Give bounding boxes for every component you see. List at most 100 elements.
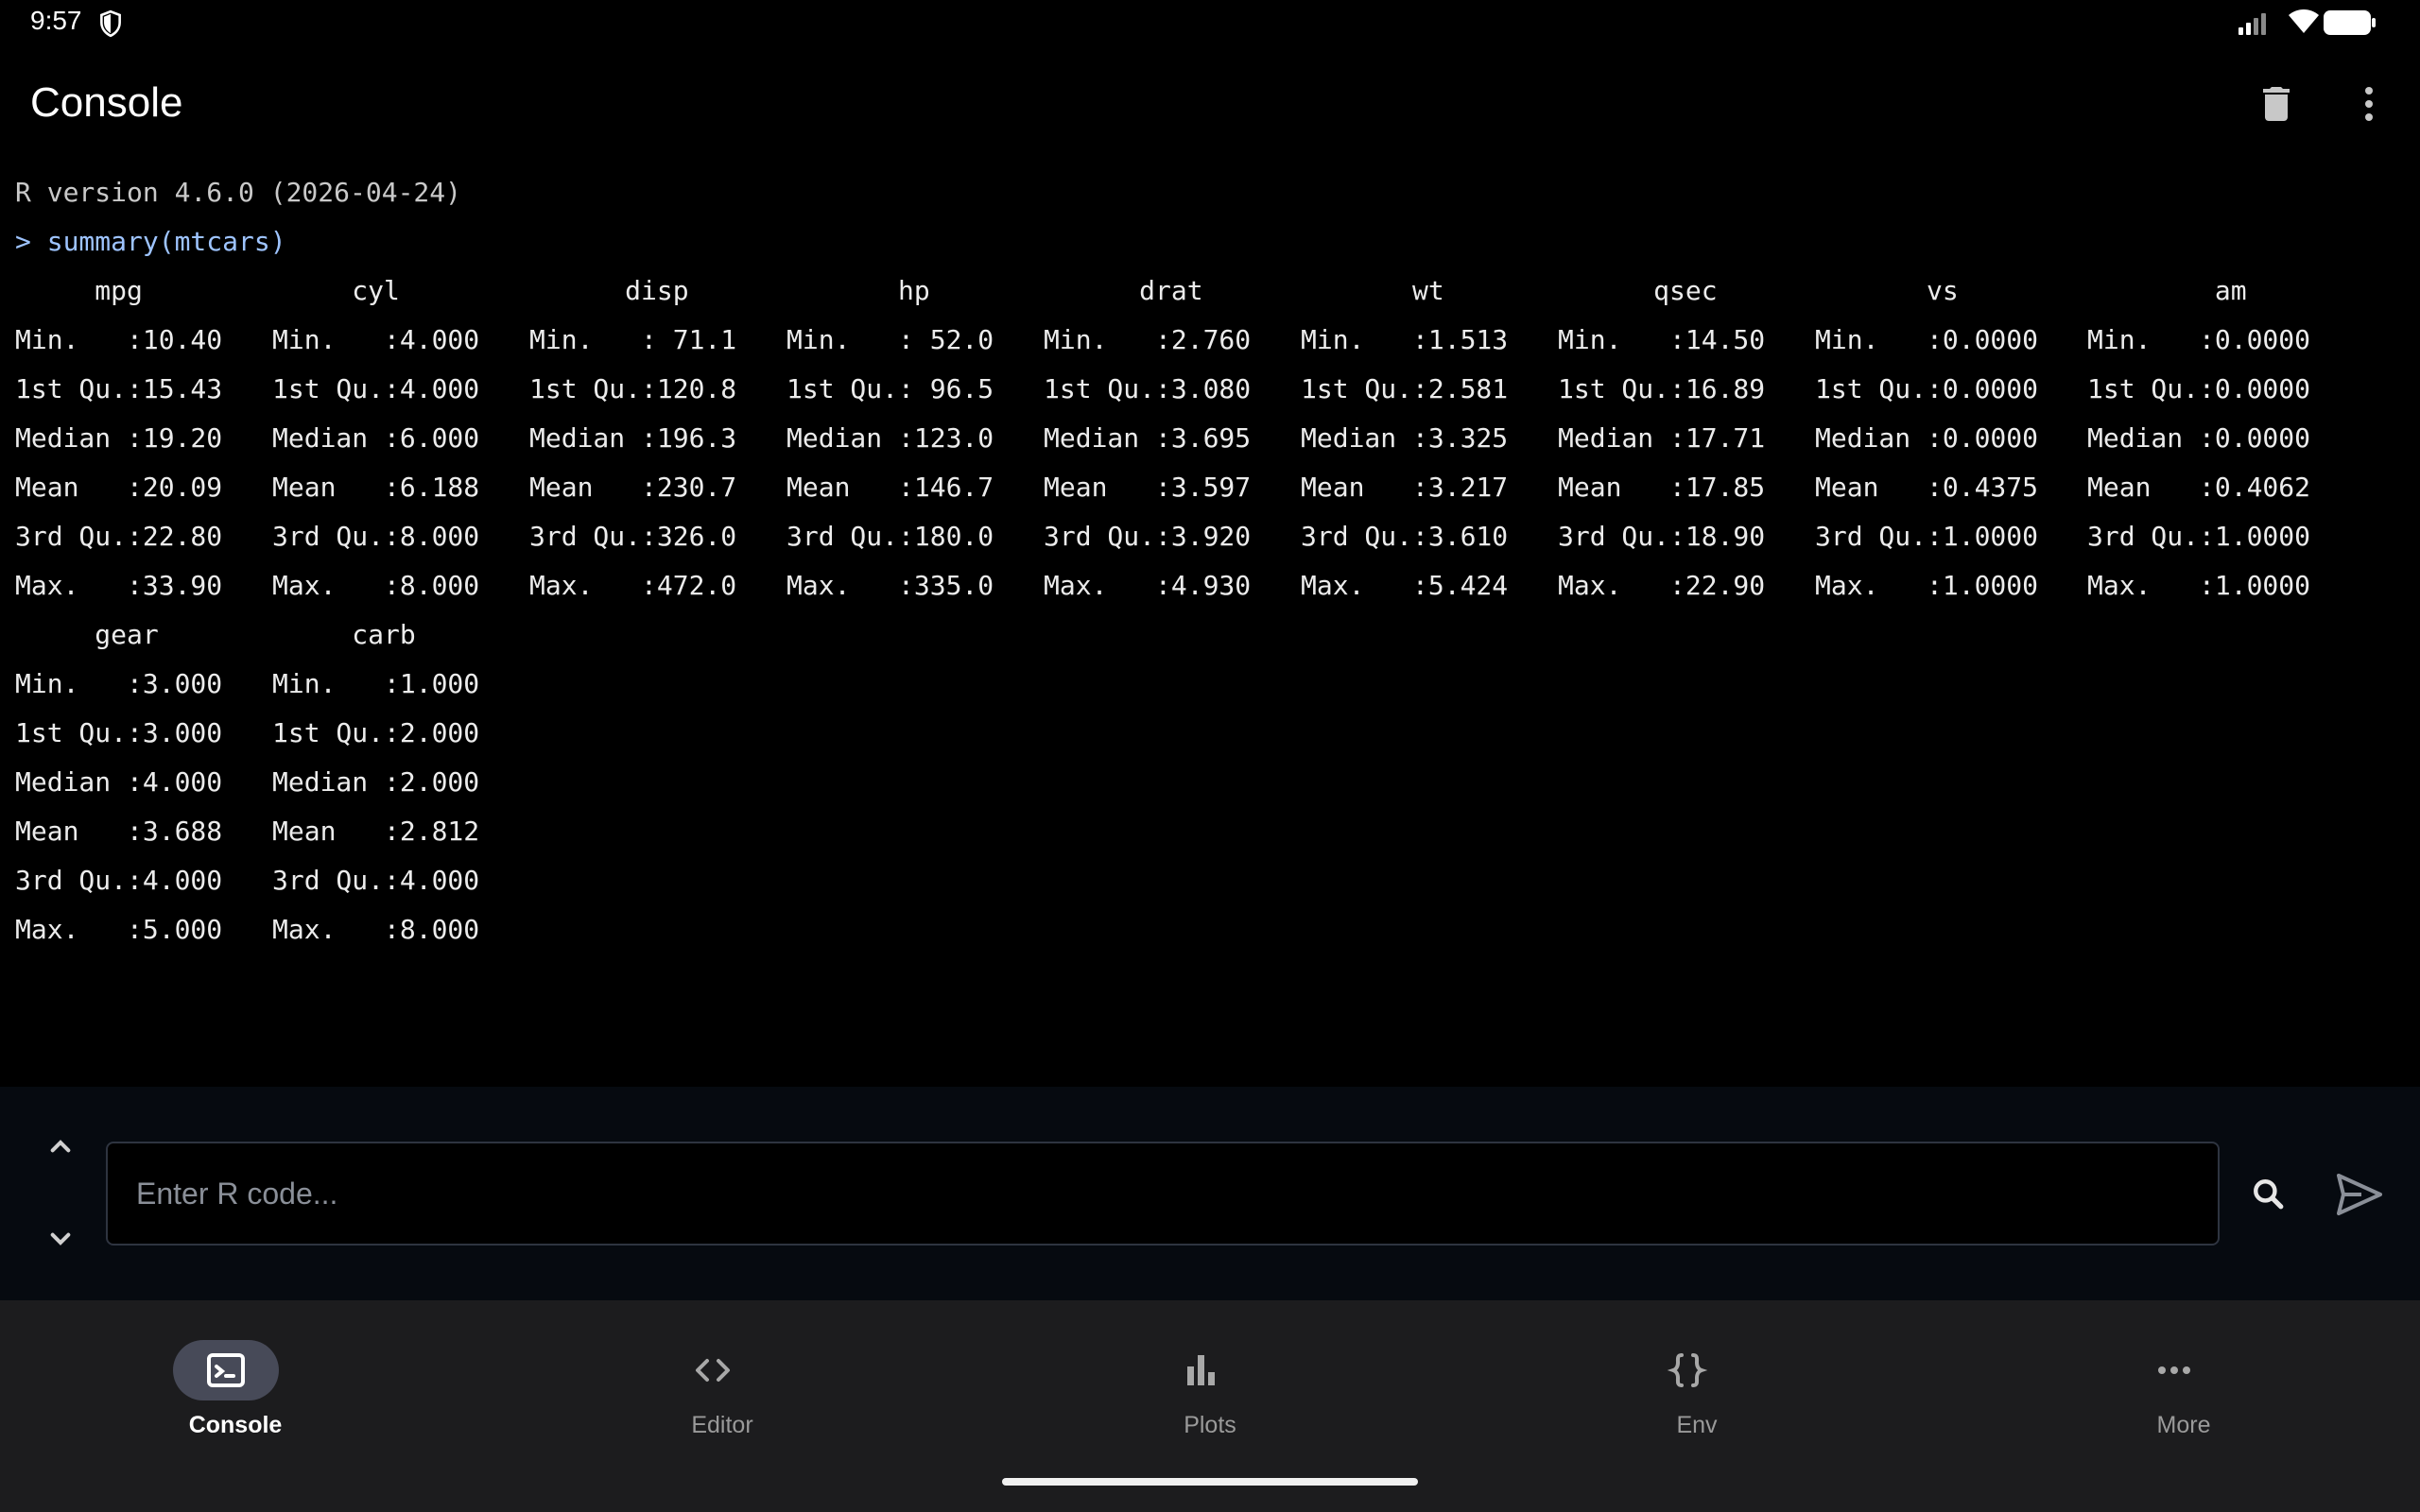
bar-chart-icon	[1187, 1355, 1215, 1385]
more-vertical-icon	[2365, 87, 2373, 121]
status-time: 9:57	[30, 6, 82, 35]
terminal-icon	[207, 1353, 245, 1387]
column-header: qsec	[1558, 275, 1718, 306]
history-next-button[interactable]	[42, 1219, 79, 1257]
summary-cell: Mean :0.4062	[2087, 472, 2311, 503]
summary-cell: Median :17.71	[1558, 422, 1766, 454]
summary-cell: 1st Qu.:0.0000	[1815, 373, 2039, 404]
nav-label: Editor	[691, 1412, 753, 1438]
column-header: drat	[1044, 275, 1203, 306]
clear-console-button[interactable]	[2254, 81, 2299, 127]
send-button[interactable]	[2335, 1172, 2384, 1217]
summary-column: cyl Min. :4.000 1st Qu.:4.000 Median :6.000…	[272, 266, 479, 610]
summary-cell: 3rd Qu.:8.000	[272, 521, 480, 552]
summary-cell: 1st Qu.:15.43	[15, 373, 223, 404]
summary-cell: Mean :3.217	[1301, 472, 1509, 503]
r-code-input[interactable]	[106, 1142, 2220, 1246]
summary-cell: Min. :1.000	[272, 668, 480, 699]
summary-cell: 1st Qu.:2.581	[1301, 373, 1509, 404]
summary-cell: Mean :0.4375	[1815, 472, 2039, 503]
page-title: Console	[30, 79, 183, 126]
nav-label: More	[2156, 1412, 2211, 1438]
summary-cell: Median :196.3	[529, 422, 737, 454]
code-icon	[696, 1359, 730, 1382]
summary-cell: Median :3.325	[1301, 422, 1509, 454]
summary-column: vs Min. :0.0000 1st Qu.:0.0000 Median :0.00…	[1815, 266, 2038, 610]
summary-cell: Median :4.000	[15, 766, 223, 798]
chevron-down-icon	[50, 1232, 71, 1246]
cell-signal-icon	[2238, 13, 2266, 35]
nav-item-editor[interactable]: Editor	[599, 1321, 845, 1444]
summary-column: wt Min. :1.513 1st Qu.:2.581 Median :3.325 M…	[1301, 266, 1508, 610]
input-bar	[0, 1087, 2420, 1300]
nav-label: Plots	[1184, 1412, 1236, 1438]
summary-cell: Median :123.0	[786, 422, 994, 454]
summary-cell: Max. :1.0000	[1815, 570, 2039, 601]
summary-cell: Max. :22.90	[1558, 570, 1766, 601]
more-horizontal-icon	[2158, 1366, 2190, 1374]
summary-cell: Mean :3.597	[1044, 472, 1252, 503]
summary-cell: Mean :17.85	[1558, 472, 1766, 503]
summary-cell: 1st Qu.: 96.5	[786, 373, 994, 404]
nav-item-console[interactable]: Console	[112, 1321, 358, 1444]
summary-cell: 1st Qu.:0.0000	[2087, 373, 2311, 404]
summary-cell: 3rd Qu.:18.90	[1558, 521, 1766, 552]
nav-label: Console	[188, 1412, 283, 1438]
summary-column: disp Min. : 71.1 1st Qu.:120.8 Median :196.…	[529, 266, 736, 610]
column-header: wt	[1301, 275, 1444, 306]
search-button[interactable]	[2248, 1174, 2290, 1215]
nav-item-more[interactable]: More	[2061, 1321, 2307, 1444]
top-app-bar: Console	[0, 45, 2420, 168]
command-echo-line: > summary(mtcars)	[15, 226, 286, 257]
summary-cell: 1st Qu.:16.89	[1558, 373, 1766, 404]
summary-cell: Min. :14.50	[1558, 324, 1766, 355]
summary-column: drat Min. :2.760 1st Qu.:3.080 Median :3.69…	[1044, 266, 1251, 610]
summary-cell: Min. :0.0000	[1815, 324, 2039, 355]
chevron-up-icon	[50, 1140, 71, 1153]
summary-cell: Min. :3.000	[15, 668, 223, 699]
summary-cell: 3rd Qu.:326.0	[529, 521, 737, 552]
bottom-navigation: Console Editor Plots Env More	[0, 1300, 2420, 1512]
summary-cell: Min. :0.0000	[2087, 324, 2311, 355]
column-header: gear	[15, 619, 159, 650]
summary-cell: 3rd Qu.:1.0000	[1815, 521, 2039, 552]
search-icon	[2254, 1179, 2284, 1210]
summary-cell: Median :19.20	[15, 422, 223, 454]
history-previous-button[interactable]	[42, 1128, 79, 1166]
nav-item-env[interactable]: Env	[1574, 1321, 1820, 1444]
summary-cell: Mean :3.688	[15, 816, 223, 847]
summary-cell: 3rd Qu.:180.0	[786, 521, 994, 552]
summary-cell: Max. :5.424	[1301, 570, 1509, 601]
summary-cell: 3rd Qu.:1.0000	[2087, 521, 2311, 552]
summary-cell: 1st Qu.:120.8	[529, 373, 737, 404]
summary-column: qsec Min. :14.50 1st Qu.:16.89 Median :17.7…	[1558, 266, 1765, 610]
column-header: vs	[1815, 275, 1959, 306]
summary-cell: Max. :472.0	[529, 570, 737, 601]
column-header: cyl	[272, 275, 400, 306]
summary-cell: 3rd Qu.:4.000	[272, 865, 480, 896]
home-indicator	[1002, 1478, 1418, 1486]
summary-cell: Mean :6.188	[272, 472, 480, 503]
summary-cell: Min. :1.513	[1301, 324, 1509, 355]
summary-cell: 1st Qu.:3.080	[1044, 373, 1252, 404]
summary-cell: 3rd Qu.:3.610	[1301, 521, 1509, 552]
summary-cell: 3rd Qu.:3.920	[1044, 521, 1252, 552]
summary-cell: Median :6.000	[272, 422, 480, 454]
summary-column: mpg Min. :10.40 1st Qu.:15.43 Median :19.20…	[15, 266, 222, 610]
nav-label: Env	[1676, 1412, 1718, 1438]
summary-cell: 1st Qu.:4.000	[272, 373, 480, 404]
shield-icon	[100, 9, 121, 38]
nav-item-plots[interactable]: Plots	[1087, 1321, 1333, 1444]
send-icon	[2337, 1174, 2382, 1215]
r-version-line: R version 4.6.0 (2026-04-24)	[15, 177, 462, 208]
summary-column: gear Min. :3.000 1st Qu.:3.000 Median :4.00…	[15, 610, 222, 954]
column-header: am	[2087, 275, 2247, 306]
summary-column: carb Min. :1.000 1st Qu.:2.000 Median :2.00…	[272, 610, 479, 954]
battery-icon	[2324, 10, 2376, 35]
summary-column: am Min. :0.0000 1st Qu.:0.0000 Median :0.00…	[2087, 266, 2310, 610]
overflow-menu-button[interactable]	[2346, 81, 2392, 127]
summary-cell: Min. : 71.1	[529, 324, 737, 355]
summary-cell: Mean :146.7	[786, 472, 994, 503]
summary-cell: 3rd Qu.:4.000	[15, 865, 223, 896]
summary-cell: Median :3.695	[1044, 422, 1252, 454]
